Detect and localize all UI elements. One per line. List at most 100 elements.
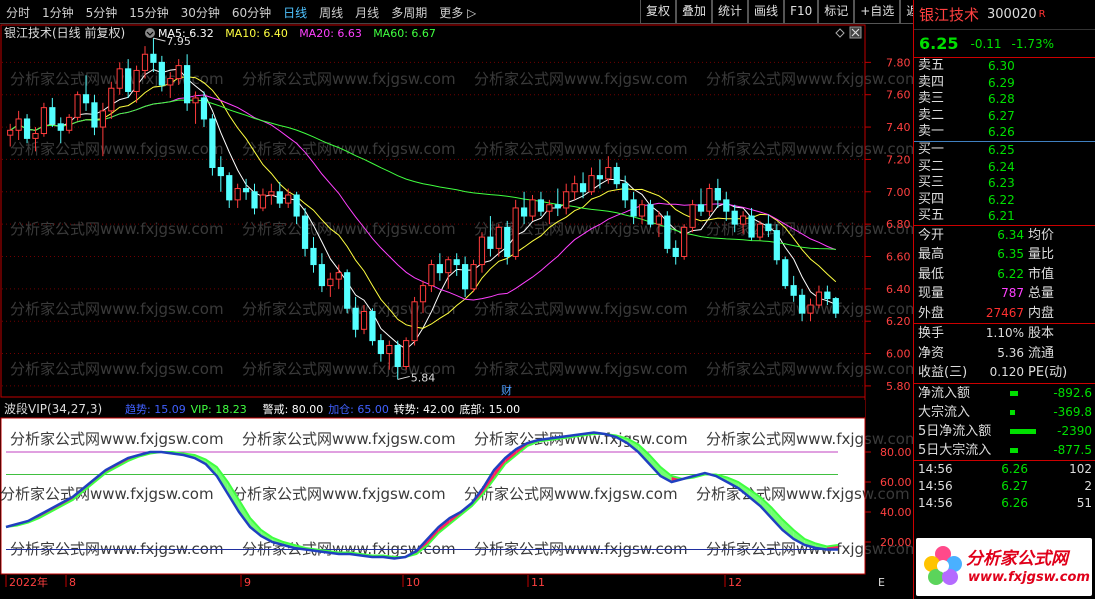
watermark-text: 分析家公式网www.fxjgsw.com (474, 430, 688, 448)
order-label: 买四 (918, 191, 945, 207)
flow-bar-fill (1010, 447, 1018, 453)
watermark-text: 分析家公式网www.fxjgsw.com (474, 300, 688, 318)
period-tab[interactable]: 5分钟 (80, 4, 124, 21)
site-logo: 分析家公式网 www.fxjgsw.com (916, 538, 1092, 596)
order-label: 卖四 (918, 74, 945, 90)
watermark-text: 分析家公式网www.fxjgsw.com (242, 430, 456, 448)
flower-logo-icon (924, 546, 962, 585)
toolbar-button[interactable]: 标记 (818, 0, 855, 24)
candle (512, 199, 519, 260)
quote-row: 今开 6.34 均价 (914, 226, 1095, 246)
quote-right-label: 内盘 (1028, 305, 1055, 321)
quote-value: 787 (1001, 286, 1024, 301)
tick-price: 6.27 (1001, 478, 1028, 493)
quote-right-label: 量比 (1028, 247, 1055, 263)
toolbar-button[interactable]: F10 (784, 0, 819, 24)
quote-label: 最高 (918, 247, 945, 263)
code-mark: R (1038, 9, 1046, 20)
order-row: 卖二 6.27 (914, 108, 1095, 125)
order-row: 卖一 6.26 (914, 124, 1095, 141)
logo-url: www.fxjgsw.com (968, 570, 1090, 585)
quote-label: 今开 (918, 227, 945, 243)
order-row: 买一 6.25 (914, 142, 1095, 159)
order-label: 卖三 (918, 91, 945, 107)
order-label: 卖二 (918, 107, 945, 123)
flow-value: -2390 (1057, 423, 1092, 438)
order-row: 买五 6.21 (914, 208, 1095, 225)
x-tick-label: 9 (244, 576, 251, 589)
period-tab[interactable]: 周线 (313, 4, 349, 21)
flow-label: 净流入额 (918, 385, 971, 401)
quote-value: 6.34 (997, 227, 1024, 242)
quote-row: 最低 6.22 市值 (914, 265, 1095, 285)
watermark-text: 分析家公式网www.fxjgsw.com (706, 360, 913, 378)
period-tab[interactable]: 更多 ▷ (433, 4, 482, 21)
quote-stats: 今开 6.34 均价 最高 6.35 量比 最低 6.22 市值 现量 787 总量 外盘 27467 内盘 (914, 226, 1095, 325)
order-label: 买三 (918, 175, 945, 191)
stat-label: 收益(三) (918, 365, 968, 381)
y-tick-label: 6.20 (886, 315, 911, 328)
quote-row: 外盘 27467 内盘 (914, 304, 1095, 324)
toolbar-button[interactable]: 画线 (748, 0, 785, 24)
stat-right-label: 股本 (1028, 326, 1055, 342)
tick-volume: 2 (1084, 478, 1092, 493)
toolbar-button[interactable]: 叠加 (676, 0, 713, 24)
x-tick-label: 12 (728, 576, 742, 589)
flow-bar (1006, 403, 1036, 422)
chart-area[interactable]: 分析家公式网www.fxjgsw.com 分析家公式网www.fxjgsw.com… (0, 24, 920, 599)
order-price: 6.27 (988, 108, 1015, 123)
watermark-text: 分析家公式网www.fxjgsw.com (706, 70, 913, 88)
candle (773, 224, 780, 265)
logo-text: 分析家公式网 (966, 549, 1068, 569)
y-tick-label: 6.80 (886, 218, 911, 231)
candle (66, 114, 73, 134)
period-tab[interactable]: 多周期 (385, 4, 433, 21)
watermark-text: 分析家公式网www.fxjgsw.com (474, 140, 688, 158)
candle (23, 114, 31, 144)
order-price: 6.30 (988, 59, 1015, 73)
tick-volume: 102 (1069, 461, 1092, 476)
flow-label: 5日大宗流入 (918, 442, 992, 458)
indicator-legend: 趋势: 15.09 (125, 403, 186, 416)
y-tick-label: 7.60 (886, 89, 911, 102)
watermark-text: 分析家公式网www.fxjgsw.com (242, 220, 456, 238)
order-label: 买二 (918, 158, 945, 174)
period-tab[interactable]: 日线 (277, 4, 313, 21)
quote-right-label: 均价 (1028, 227, 1055, 243)
price-line: 6.25 -0.11 -1.73% (914, 30, 1095, 58)
toolbar-button[interactable]: +自选 (854, 0, 901, 24)
order-price: 6.21 (988, 209, 1015, 224)
period-tab[interactable]: 60分钟 (226, 4, 277, 21)
candle (470, 259, 477, 293)
watermark-text: 分析家公式网www.fxjgsw.com (10, 360, 224, 378)
candle (681, 224, 688, 260)
period-tab[interactable]: 30分钟 (175, 4, 226, 21)
watermark-text: 分析家公式网www.fxjgsw.com (10, 300, 224, 318)
period-tab[interactable]: 1分钟 (36, 4, 80, 21)
toolbar-buttons: 复权叠加统计画线F10标记+自选返回 (640, 0, 937, 24)
candle (403, 337, 410, 370)
order-row: 买二 6.24 (914, 159, 1095, 176)
tick-row: 14:56 6.26 102 (914, 461, 1095, 478)
stock-name: 银江技术 (919, 6, 980, 24)
period-tab[interactable]: 分时 (0, 4, 36, 21)
money-flow: 净流入额 -892.6 大宗流入 -369.8 5日净流入额 -2390 5日大宗流入 -87… (914, 384, 1095, 461)
toolbar-button[interactable]: 复权 (640, 0, 677, 24)
tick-price: 6.26 (1001, 495, 1028, 510)
order-price: 6.28 (988, 92, 1015, 107)
y-tick-label: 6.40 (886, 283, 911, 296)
flow-row: 5日大宗流入 -877.5 (914, 441, 1095, 460)
ind-y-tick-label: 80.00 (880, 446, 912, 459)
ind-y-tick-label: 20.00 (880, 536, 912, 549)
tick-list: 14:56 6.26 102 14:56 6.27 2 14:56 6.26 51 (914, 461, 1095, 512)
watermark-text: 分析家公式网www.fxjgsw.com (10, 140, 224, 158)
order-row: 买三 6.23 (914, 175, 1095, 192)
quote-label: 最低 (918, 266, 945, 282)
flow-bar (1006, 441, 1036, 460)
period-tab[interactable]: 月线 (349, 4, 385, 21)
toolbar-button[interactable]: 统计 (712, 0, 749, 24)
order-price: 6.23 (988, 176, 1015, 191)
quote-label: 现量 (918, 286, 945, 302)
stat-value: 0.120 (989, 365, 1024, 380)
period-tab[interactable]: 15分钟 (123, 4, 174, 21)
